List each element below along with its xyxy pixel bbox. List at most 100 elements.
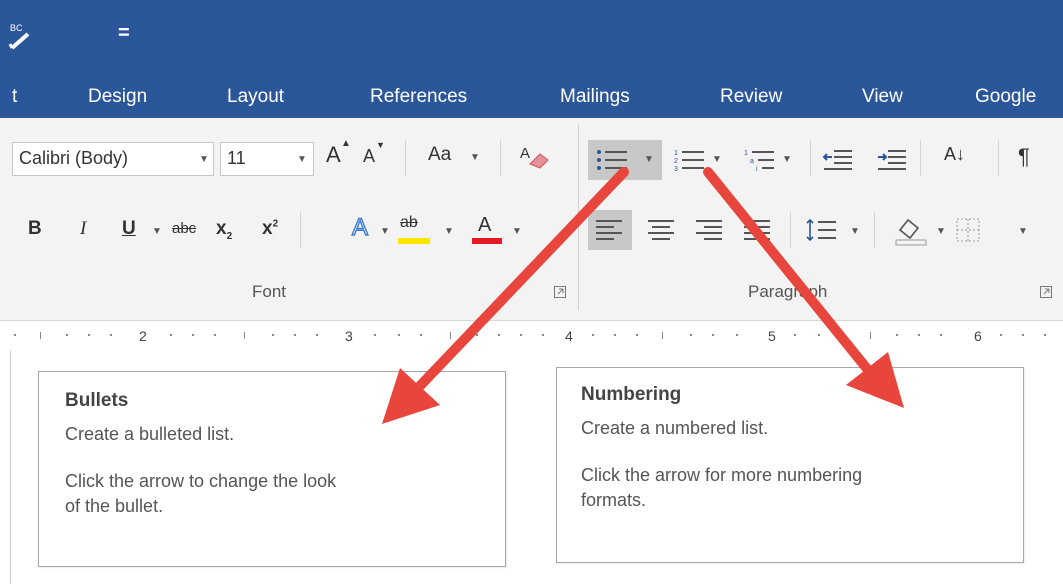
justify-icon[interactable] — [744, 218, 772, 242]
separator — [405, 140, 406, 176]
multilevel-list-icon: 1 a i — [744, 150, 774, 172]
ruler-ticks — [14, 332, 1046, 339]
numbering-tooltip-description: Create a numbered list. — [581, 418, 769, 438]
bold-button[interactable]: B — [28, 218, 42, 240]
align-center-icon[interactable] — [648, 218, 676, 242]
font-name-box[interactable]: Calibri (Body) ▼ — [12, 142, 214, 176]
bullets-tooltip-title: Bullets — [65, 390, 129, 411]
strikethrough-button[interactable]: abc — [172, 220, 196, 237]
tab-design[interactable]: Design — [88, 86, 147, 108]
tab-mailings[interactable]: Mailings — [560, 86, 630, 108]
svg-text:a: a — [750, 158, 754, 165]
bullets-tooltip-hint-line2: of the bullet. — [65, 496, 164, 516]
align-left-button[interactable] — [588, 210, 632, 250]
font-group-label: Font — [252, 282, 287, 301]
subscript-button[interactable]: x2 — [216, 218, 232, 242]
borders-icon[interactable] — [956, 218, 982, 244]
svg-text:BC: BC — [10, 23, 23, 33]
ribbon-tabs: t Design Layout References Mailings Revi… — [0, 78, 1063, 118]
numbering-tooltip-hint-line1: Click the arrow for more numbering — [581, 465, 863, 485]
svg-text:1: 1 — [744, 150, 748, 157]
underline-button[interactable]: U — [122, 218, 136, 240]
change-case-button[interactable]: Aa — [428, 144, 451, 166]
font-color-swatch — [472, 238, 502, 244]
bullets-tooltip-description: Create a bulleted list. — [65, 424, 235, 444]
ruler-mark: 6 — [974, 328, 982, 344]
bullets-tooltip-hint-line1: Click the arrow to change the look — [65, 471, 337, 491]
chevron-down-icon[interactable]: ▼ — [644, 154, 654, 165]
shading-icon[interactable] — [894, 214, 928, 246]
tab-layout[interactable]: Layout — [227, 86, 284, 108]
svg-text:3: 3 — [674, 166, 678, 172]
ruler-mark: 4 — [565, 328, 573, 344]
increase-indent-icon[interactable] — [876, 148, 908, 172]
svg-text:2: 2 — [674, 158, 678, 165]
chevron-down-icon[interactable]: ▼ — [712, 154, 722, 165]
numbering-tooltip-title: Numbering — [581, 384, 682, 405]
title-bar: BC = — [0, 0, 1063, 78]
numbering-icon: 1 2 3 — [674, 150, 704, 172]
separator — [998, 140, 999, 176]
separator — [500, 140, 501, 176]
paragraph-group-label: Paragraph — [748, 282, 828, 301]
ruler: 2 3 4 5 6 — [0, 321, 1063, 352]
document-area: Bullets Create a bulleted list. Click th… — [0, 351, 1063, 584]
ruler-mark: 5 — [768, 328, 776, 344]
caret-up-icon: ▲ — [341, 138, 351, 149]
chevron-down-icon: ▼ — [199, 154, 209, 165]
italic-button[interactable]: I — [80, 218, 86, 240]
ruler-mark: 2 — [139, 328, 147, 344]
separator — [874, 212, 875, 248]
superscript-label: x — [262, 218, 273, 239]
clear-formatting-icon[interactable]: A — [518, 142, 552, 172]
chevron-down-icon[interactable]: ▼ — [850, 226, 860, 237]
chevron-down-icon: ▼ — [470, 152, 480, 163]
highlight-button[interactable]: ab — [398, 214, 432, 248]
tab-references[interactable]: References — [370, 86, 467, 108]
dialog-launcher-icon[interactable] — [1040, 286, 1052, 298]
svg-text:A: A — [520, 145, 530, 162]
font-name-value: Calibri (Body) — [19, 148, 129, 168]
chevron-down-icon: ▼ — [297, 154, 307, 165]
font-size-value: 11 — [227, 148, 246, 168]
tab-insert[interactable]: t — [12, 86, 17, 108]
chevron-down-icon: ▼ — [380, 226, 390, 237]
tab-google[interactable]: Google — [975, 86, 1036, 108]
font-color-button[interactable]: A — [470, 214, 504, 248]
chevron-down-icon: ▼ — [512, 226, 522, 237]
numbering-tooltip: Numbering Create a numbered list. Click … — [556, 367, 1024, 563]
show-formatting-marks-button[interactable]: ¶ — [1018, 144, 1030, 170]
font-color-label: A — [478, 214, 492, 236]
chevron-down-icon[interactable]: ▼ — [782, 154, 792, 165]
superscript-button[interactable]: x2 — [262, 218, 278, 240]
line-spacing-icon[interactable] — [806, 218, 840, 242]
svg-text:i: i — [756, 166, 758, 172]
ruler-mark: 3 — [345, 328, 353, 344]
grow-font-button[interactable]: A — [326, 142, 341, 168]
text-effects-button[interactable]: A — [351, 213, 368, 242]
align-right-icon[interactable] — [696, 218, 724, 242]
page-edge — [10, 351, 11, 584]
bullets-button[interactable]: ▼ — [588, 140, 662, 180]
chevron-down-icon[interactable]: ▼ — [1018, 226, 1028, 237]
chevron-down-icon: ▼ — [444, 226, 454, 237]
decrease-indent-icon[interactable] — [822, 148, 854, 172]
tab-view[interactable]: View — [862, 86, 903, 108]
multilevel-list-button[interactable]: 1 a i ▼ — [738, 140, 802, 180]
tab-review[interactable]: Review — [720, 86, 782, 108]
numbering-button[interactable]: 1 2 3 ▼ — [668, 140, 732, 180]
font-size-box[interactable]: 11 ▼ — [220, 142, 314, 176]
separator — [790, 212, 791, 248]
subscript-label: x — [216, 218, 227, 239]
chevron-down-icon[interactable]: ▼ — [936, 226, 946, 237]
quick-access-customize[interactable]: = — [118, 22, 130, 45]
highlight-label: ab — [400, 214, 418, 231]
dialog-launcher-icon[interactable] — [554, 286, 566, 298]
group-separator — [578, 124, 579, 310]
format-painter-icon[interactable]: BC — [8, 22, 38, 52]
sort-button[interactable]: A↓ — [944, 144, 965, 165]
bullets-icon — [597, 150, 627, 170]
svg-text:1: 1 — [674, 150, 678, 157]
shrink-font-button[interactable]: A — [363, 146, 375, 167]
align-left-icon — [596, 220, 622, 240]
